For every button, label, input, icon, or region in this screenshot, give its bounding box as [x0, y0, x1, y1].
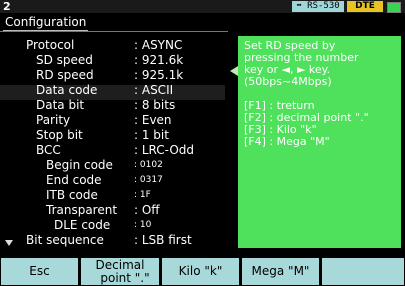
setting-label: Bit sequence — [26, 233, 104, 247]
setting-label: RD speed — [36, 68, 94, 82]
setting-value: : 8 bits — [134, 98, 176, 112]
setting-value: : 1F — [134, 190, 151, 200]
setting-row[interactable]: Stop bit : 1 bit — [0, 128, 228, 143]
setting-label: ITB code — [46, 188, 98, 202]
status-bar: 2 ⬌ RS-530 DTE — [0, 0, 405, 13]
setting-row[interactable]: Protocol : ASYNC — [0, 38, 228, 53]
help-text-line: (50bps~4Mbps) — [244, 75, 332, 88]
mega-softkey[interactable]: Mega "M" — [242, 258, 319, 285]
setting-label: Data bit — [36, 98, 85, 112]
esc-softkey[interactable]: Esc — [1, 258, 78, 285]
dte-badge: DTE — [347, 1, 383, 12]
help-pointer-icon — [230, 66, 238, 76]
setting-label: SD speed — [36, 53, 93, 67]
page-title: Configuration — [3, 15, 89, 31]
setting-value: : 1 bit — [134, 128, 169, 142]
setting-label: BCC — [36, 143, 61, 157]
setting-label: Data code — [36, 83, 98, 97]
setting-row[interactable]: DLE code : 10 — [0, 218, 228, 233]
setting-row[interactable]: End code : 0317 — [0, 173, 228, 188]
setting-label: Transparent — [46, 203, 118, 217]
setting-label: Stop bit — [36, 128, 83, 142]
setting-value: : 921.6k — [134, 53, 184, 67]
setting-row[interactable]: Data bit : 8 bits — [0, 98, 228, 113]
setting-row[interactable]: Bit sequence : LSB first — [0, 233, 228, 248]
setting-value: : ASYNC — [134, 38, 183, 52]
setting-row[interactable]: Parity : Even — [0, 113, 228, 128]
kilo-softkey[interactable]: Kilo "k" — [162, 258, 239, 285]
scroll-down-indicator-icon — [5, 240, 13, 246]
channel-number: 2 — [3, 0, 11, 13]
setting-label: End code — [46, 173, 102, 187]
setting-label: Begin code — [46, 158, 113, 172]
help-panel: Set RD speed by pressing the number key or… — [238, 36, 401, 248]
setting-value: : Off — [134, 203, 160, 217]
setting-row[interactable]: BCC : LRC-Odd — [0, 143, 228, 158]
setting-value: : LSB first — [134, 233, 192, 247]
setting-value: : ASCII — [134, 83, 174, 97]
config-screen: 2 ⬌ RS-530 DTE Configuration Protocol : A… — [0, 0, 405, 286]
help-text-line: [F4] : Mega "M" — [244, 135, 330, 148]
setting-value: : 925.1k — [134, 68, 184, 82]
setting-label: DLE code — [54, 218, 111, 232]
setting-value: : LRC-Odd — [134, 143, 195, 157]
setting-label: Protocol — [26, 38, 75, 52]
blank-softkey[interactable] — [322, 258, 404, 285]
setting-row[interactable]: Data code : ASCII — [0, 83, 228, 98]
setting-label: Parity — [36, 113, 71, 127]
setting-value: : 10 — [134, 220, 152, 230]
title-divider — [0, 31, 228, 32]
status-led-icon — [387, 2, 401, 13]
setting-row[interactable]: ITB code : 1F — [0, 188, 228, 203]
setting-row[interactable]: Begin code : 0102 — [0, 158, 228, 173]
setting-value: : 0102 — [134, 160, 163, 170]
setting-row[interactable]: SD speed : 921.6k — [0, 53, 228, 68]
setting-value: : Even — [134, 113, 172, 127]
setting-row[interactable]: RD speed : 925.1k — [0, 68, 228, 83]
setting-row[interactable]: Transparent : Off — [0, 203, 228, 218]
interface-badge: ⬌ RS-530 — [292, 1, 344, 12]
decimal-point-softkey[interactable]: Decimal point "." — [81, 258, 159, 285]
setting-value: : 0317 — [134, 175, 163, 185]
